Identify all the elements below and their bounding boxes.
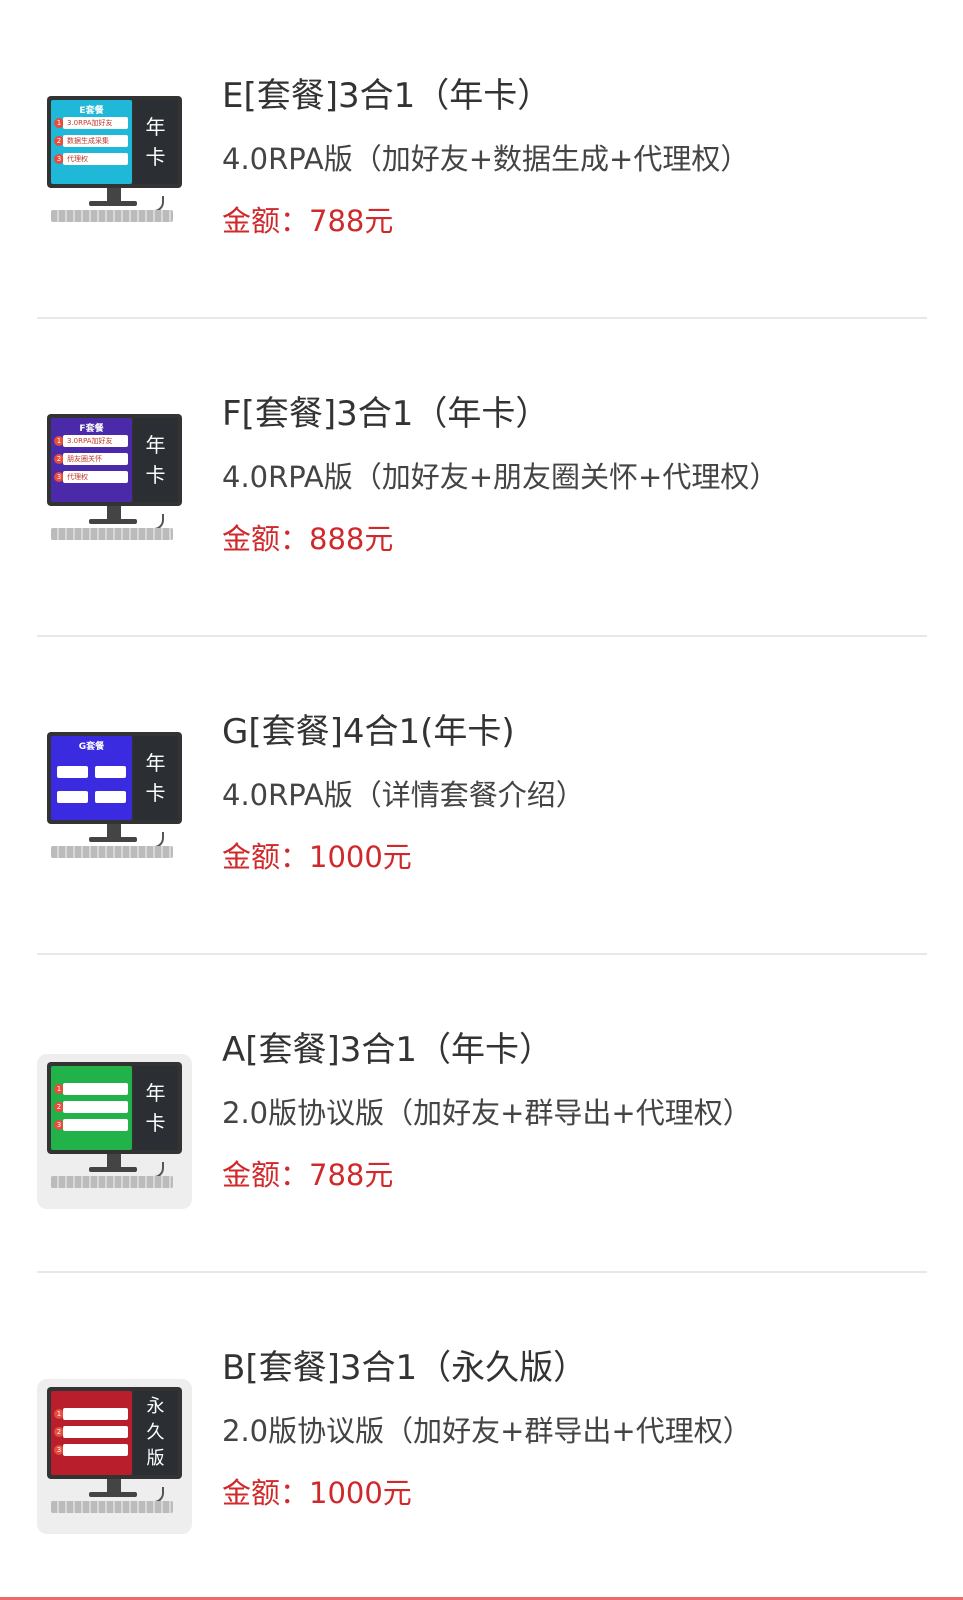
screen-row (63, 1444, 128, 1456)
screen-row (63, 1083, 128, 1095)
package-thumbnail: 1 2 3 年 卡 (37, 1054, 192, 1209)
package-price: 金额：888元 (222, 522, 394, 556)
screen-row (95, 791, 126, 803)
screen-row: 数据生成采集 (63, 135, 128, 147)
keyboard-icon (51, 210, 173, 222)
package-thumbnail: F套餐 1 3.0RPA加好友 2 朋友圈关怀 3 代理权 年 卡 (37, 406, 192, 561)
screen-row (63, 1119, 128, 1131)
screen-row (63, 1426, 128, 1438)
side-char: 年 (145, 433, 166, 457)
package-item-g[interactable]: G套餐 年 卡 G[套餐]4合1(年卡) 4.0RPA版（详情套餐介绍） 金额：… (0, 636, 963, 955)
side-char: 卡 (145, 145, 166, 169)
package-title: F[套餐]3合1（年卡） (222, 394, 550, 434)
package-title: G[套餐]4合1(年卡) (222, 712, 515, 752)
package-price: 金额：1000元 (222, 1476, 412, 1510)
package-title: A[套餐]3合1（年卡） (222, 1030, 554, 1070)
package-thumbnail: E套餐 1 3.0RPA加好友 2 数据生成采集 3 代理权 年 卡 (37, 88, 192, 243)
screen-row (95, 766, 126, 778)
screen-row (57, 766, 88, 778)
side-label: 年 卡 (133, 418, 178, 502)
side-char: 卡 (145, 781, 166, 805)
side-char: 版 (146, 1448, 165, 1469)
package-description: 4.0RPA版（详情套餐介绍） (222, 778, 585, 812)
monitor-base (89, 1492, 137, 1497)
side-label: 年 卡 (133, 100, 178, 184)
monitor-icon: E套餐 1 3.0RPA加好友 2 数据生成采集 3 代理权 年 卡 (47, 96, 182, 188)
package-description: 2.0版协议版（加好友+群导出+代理权） (222, 1096, 752, 1130)
monitor-stand (107, 1479, 121, 1493)
package-price: 金额：788元 (222, 1158, 394, 1192)
monitor-icon: 1 2 3 永 久 版 (47, 1387, 182, 1479)
side-char: 年 (145, 1081, 166, 1105)
package-description: 2.0版协议版（加好友+群导出+代理权） (222, 1414, 752, 1448)
side-char: 卡 (145, 463, 166, 487)
package-description: 4.0RPA版（加好友+数据生成+代理权） (222, 142, 750, 176)
screen-row: 3.0RPA加好友 (63, 435, 128, 447)
side-label: 永 久 版 (133, 1391, 178, 1475)
screen-row (63, 1408, 128, 1420)
monitor-icon: F套餐 1 3.0RPA加好友 2 朋友圈关怀 3 代理权 年 卡 (47, 414, 182, 506)
package-item-f[interactable]: F套餐 1 3.0RPA加好友 2 朋友圈关怀 3 代理权 年 卡 F[套餐]3… (0, 318, 963, 637)
package-description: 4.0RPA版（加好友+朋友圈关怀+代理权） (222, 460, 779, 494)
screen-title: G套餐 (78, 742, 105, 752)
monitor-screen: 1 2 3 (51, 1066, 132, 1150)
keyboard-icon (51, 846, 173, 858)
monitor-screen: 1 2 3 (51, 1391, 132, 1475)
keyboard-icon (51, 1176, 173, 1188)
monitor-base (89, 201, 137, 206)
screen-row: 代理权 (63, 471, 128, 483)
package-price: 金额：1000元 (222, 840, 412, 874)
screen-title: E套餐 (79, 106, 104, 116)
monitor-base (89, 519, 137, 524)
monitor-icon: G套餐 年 卡 (47, 732, 182, 824)
package-thumbnail: G套餐 年 卡 (37, 724, 192, 879)
monitor-base (89, 837, 137, 842)
monitor-screen: E套餐 1 3.0RPA加好友 2 数据生成采集 3 代理权 (51, 100, 132, 184)
screen-row: 代理权 (63, 153, 128, 165)
side-char: 年 (145, 751, 166, 775)
package-price: 金额：788元 (222, 204, 394, 238)
side-char: 年 (145, 115, 166, 139)
monitor-icon: 1 2 3 年 卡 (47, 1062, 182, 1154)
monitor-stand (107, 188, 121, 202)
screen-title: F套餐 (79, 424, 104, 434)
screen-row: 3.0RPA加好友 (63, 117, 128, 129)
screen-row (57, 791, 88, 803)
side-char: 久 (146, 1422, 165, 1443)
keyboard-icon (51, 1501, 173, 1513)
package-item-a[interactable]: 1 2 3 年 卡 A[套餐]3合1（年卡） 2.0版协议版（加好友+群导出+代… (0, 954, 963, 1273)
side-char: 永 (146, 1396, 165, 1417)
package-thumbnail: 1 2 3 永 久 版 (37, 1379, 192, 1534)
side-char: 卡 (145, 1111, 166, 1135)
monitor-stand (107, 1154, 121, 1168)
package-item-b[interactable]: 1 2 3 永 久 版 B[套餐]3合1（永久版） 2.0版协议版（加好友+群导… (0, 1272, 963, 1590)
monitor-screen: G套餐 (51, 736, 132, 820)
screen-row (63, 1101, 128, 1113)
package-title: B[套餐]3合1（永久版） (222, 1348, 588, 1388)
monitor-stand (107, 824, 121, 838)
package-item-e[interactable]: E套餐 1 3.0RPA加好友 2 数据生成采集 3 代理权 年 卡 E[套餐]… (0, 0, 963, 319)
monitor-stand (107, 506, 121, 520)
package-title: E[套餐]3合1（年卡） (222, 76, 552, 116)
side-label: 年 卡 (133, 1066, 178, 1150)
screen-row: 朋友圈关怀 (63, 453, 128, 465)
monitor-base (89, 1167, 137, 1172)
keyboard-icon (51, 528, 173, 540)
side-label: 年 卡 (133, 736, 178, 820)
monitor-screen: F套餐 1 3.0RPA加好友 2 朋友圈关怀 3 代理权 (51, 418, 132, 502)
